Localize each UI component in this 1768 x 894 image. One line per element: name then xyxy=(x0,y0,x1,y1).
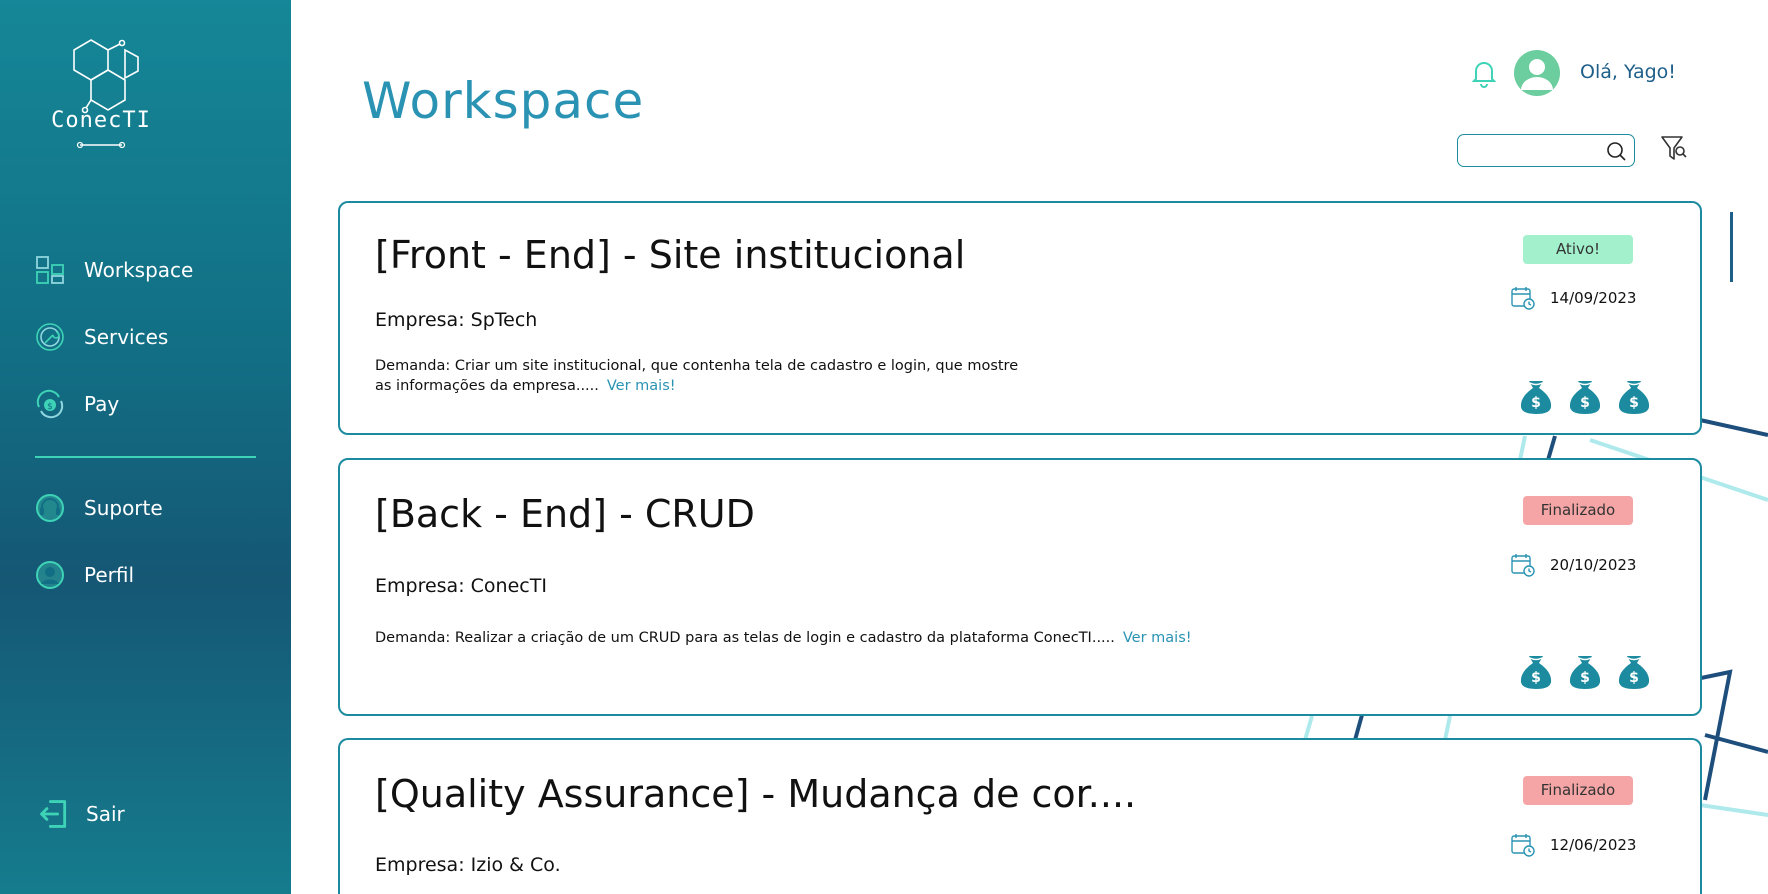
project-demand-text: Demanda: Realizar a criação de um CRUD p… xyxy=(375,630,1115,646)
see-more-link[interactable]: Ver mais! xyxy=(607,378,676,394)
sidebar-divider xyxy=(35,456,256,458)
svg-text:$: $ xyxy=(1531,395,1541,411)
avatar[interactable] xyxy=(1514,50,1560,96)
wrench-gear-icon xyxy=(34,321,66,353)
project-title: [Quality Assurance] - Mudança de cor.... xyxy=(375,772,1137,816)
logout-arrow-icon xyxy=(38,798,70,830)
search-input[interactable] xyxy=(1468,135,1608,163)
headset-icon xyxy=(34,492,66,524)
sidebar: ConecTI Workspace Services $ Pay Suporte… xyxy=(0,0,291,894)
sidebar-item-workspace[interactable]: Workspace xyxy=(34,252,193,288)
project-company: Empresa: ConecTI xyxy=(375,575,547,597)
brand-logo[interactable]: ConecTI xyxy=(46,36,156,156)
sidebar-item-label: Pay xyxy=(84,392,120,416)
logout-label: Sair xyxy=(86,802,125,826)
dollar-cycle-icon: $ xyxy=(34,388,66,420)
money-bag-icon: $ xyxy=(1520,656,1552,689)
filter-icon[interactable] xyxy=(1660,134,1687,164)
status-badge: Finalizado xyxy=(1523,496,1633,525)
project-date: 14/09/2023 xyxy=(1510,285,1636,311)
project-demand: Demanda: Criar um site institucional, qu… xyxy=(375,356,1035,396)
svg-text:$: $ xyxy=(1531,670,1541,686)
sidebar-item-perfil[interactable]: Perfil xyxy=(34,557,134,593)
search-icon[interactable] xyxy=(1606,141,1626,161)
calendar-clock-icon xyxy=(1511,287,1535,310)
user-circle-icon xyxy=(34,559,66,591)
money-bag-icon: $ xyxy=(1569,656,1601,689)
sidebar-item-label: Services xyxy=(84,325,169,349)
project-card[interactable]: [Back - End] - CRUD Empresa: ConecTI Dem… xyxy=(338,458,1702,716)
workspace-grid-icon xyxy=(34,254,66,286)
svg-text:$: $ xyxy=(47,402,53,412)
status-badge: Ativo! xyxy=(1523,235,1633,264)
svg-text:$: $ xyxy=(1629,395,1639,411)
svg-text:$: $ xyxy=(1580,395,1590,411)
hexagon-logo-icon xyxy=(73,39,139,114)
money-bag-icon: $ xyxy=(1618,381,1650,414)
project-date: 20/10/2023 xyxy=(1510,552,1636,578)
project-demand-text: Demanda: Criar um site institucional, qu… xyxy=(375,358,1019,394)
project-date: 12/06/2023 xyxy=(1510,832,1636,858)
money-bag-icon: $ xyxy=(1520,381,1552,414)
search-box xyxy=(1457,134,1635,167)
project-date-text: 20/10/2023 xyxy=(1550,556,1637,574)
project-card[interactable]: [Front - End] - Site institucional Empre… xyxy=(338,201,1702,435)
calendar-clock-icon xyxy=(1511,554,1535,577)
svg-text:$: $ xyxy=(1580,670,1590,686)
money-bag-icon: $ xyxy=(1569,381,1601,414)
brand-name: ConecTI xyxy=(51,108,151,133)
project-demand: Demanda: Realizar a criação de um CRUD p… xyxy=(375,628,1275,648)
price-level: $ $ $ xyxy=(1518,652,1652,690)
sidebar-item-suporte[interactable]: Suporte xyxy=(34,490,163,526)
sidebar-item-label: Suporte xyxy=(84,496,163,520)
price-level: $ $ $ xyxy=(1518,377,1652,415)
scrollbar-thumb[interactable] xyxy=(1730,212,1733,282)
user-greeting: Olá, Yago! xyxy=(1580,61,1676,83)
notification-bell-icon[interactable] xyxy=(1471,58,1497,88)
project-date-text: 14/09/2023 xyxy=(1550,289,1637,307)
project-company: Empresa: Izio & Co. xyxy=(375,854,561,876)
sidebar-item-pay[interactable]: $ Pay xyxy=(34,386,119,422)
sidebar-item-services[interactable]: Services xyxy=(34,319,168,355)
calendar-clock-icon xyxy=(1511,834,1535,857)
sidebar-item-label: Workspace xyxy=(84,258,194,282)
status-badge: Finalizado xyxy=(1523,776,1633,805)
logout-button[interactable]: Sair xyxy=(38,796,125,832)
project-title: [Back - End] - CRUD xyxy=(375,492,755,536)
project-title: [Front - End] - Site institucional xyxy=(375,233,966,277)
page-title: Workspace xyxy=(362,72,645,130)
logo-underline-icon xyxy=(76,141,126,149)
sidebar-item-label: Perfil xyxy=(84,563,135,587)
project-company: Empresa: SpTech xyxy=(375,309,538,331)
project-date-text: 12/06/2023 xyxy=(1550,836,1637,854)
svg-text:$: $ xyxy=(1629,670,1639,686)
see-more-link[interactable]: Ver mais! xyxy=(1123,630,1192,646)
project-card[interactable]: [Quality Assurance] - Mudança de cor....… xyxy=(338,738,1702,894)
money-bag-icon: $ xyxy=(1618,656,1650,689)
user-avatar-icon xyxy=(1521,59,1553,90)
